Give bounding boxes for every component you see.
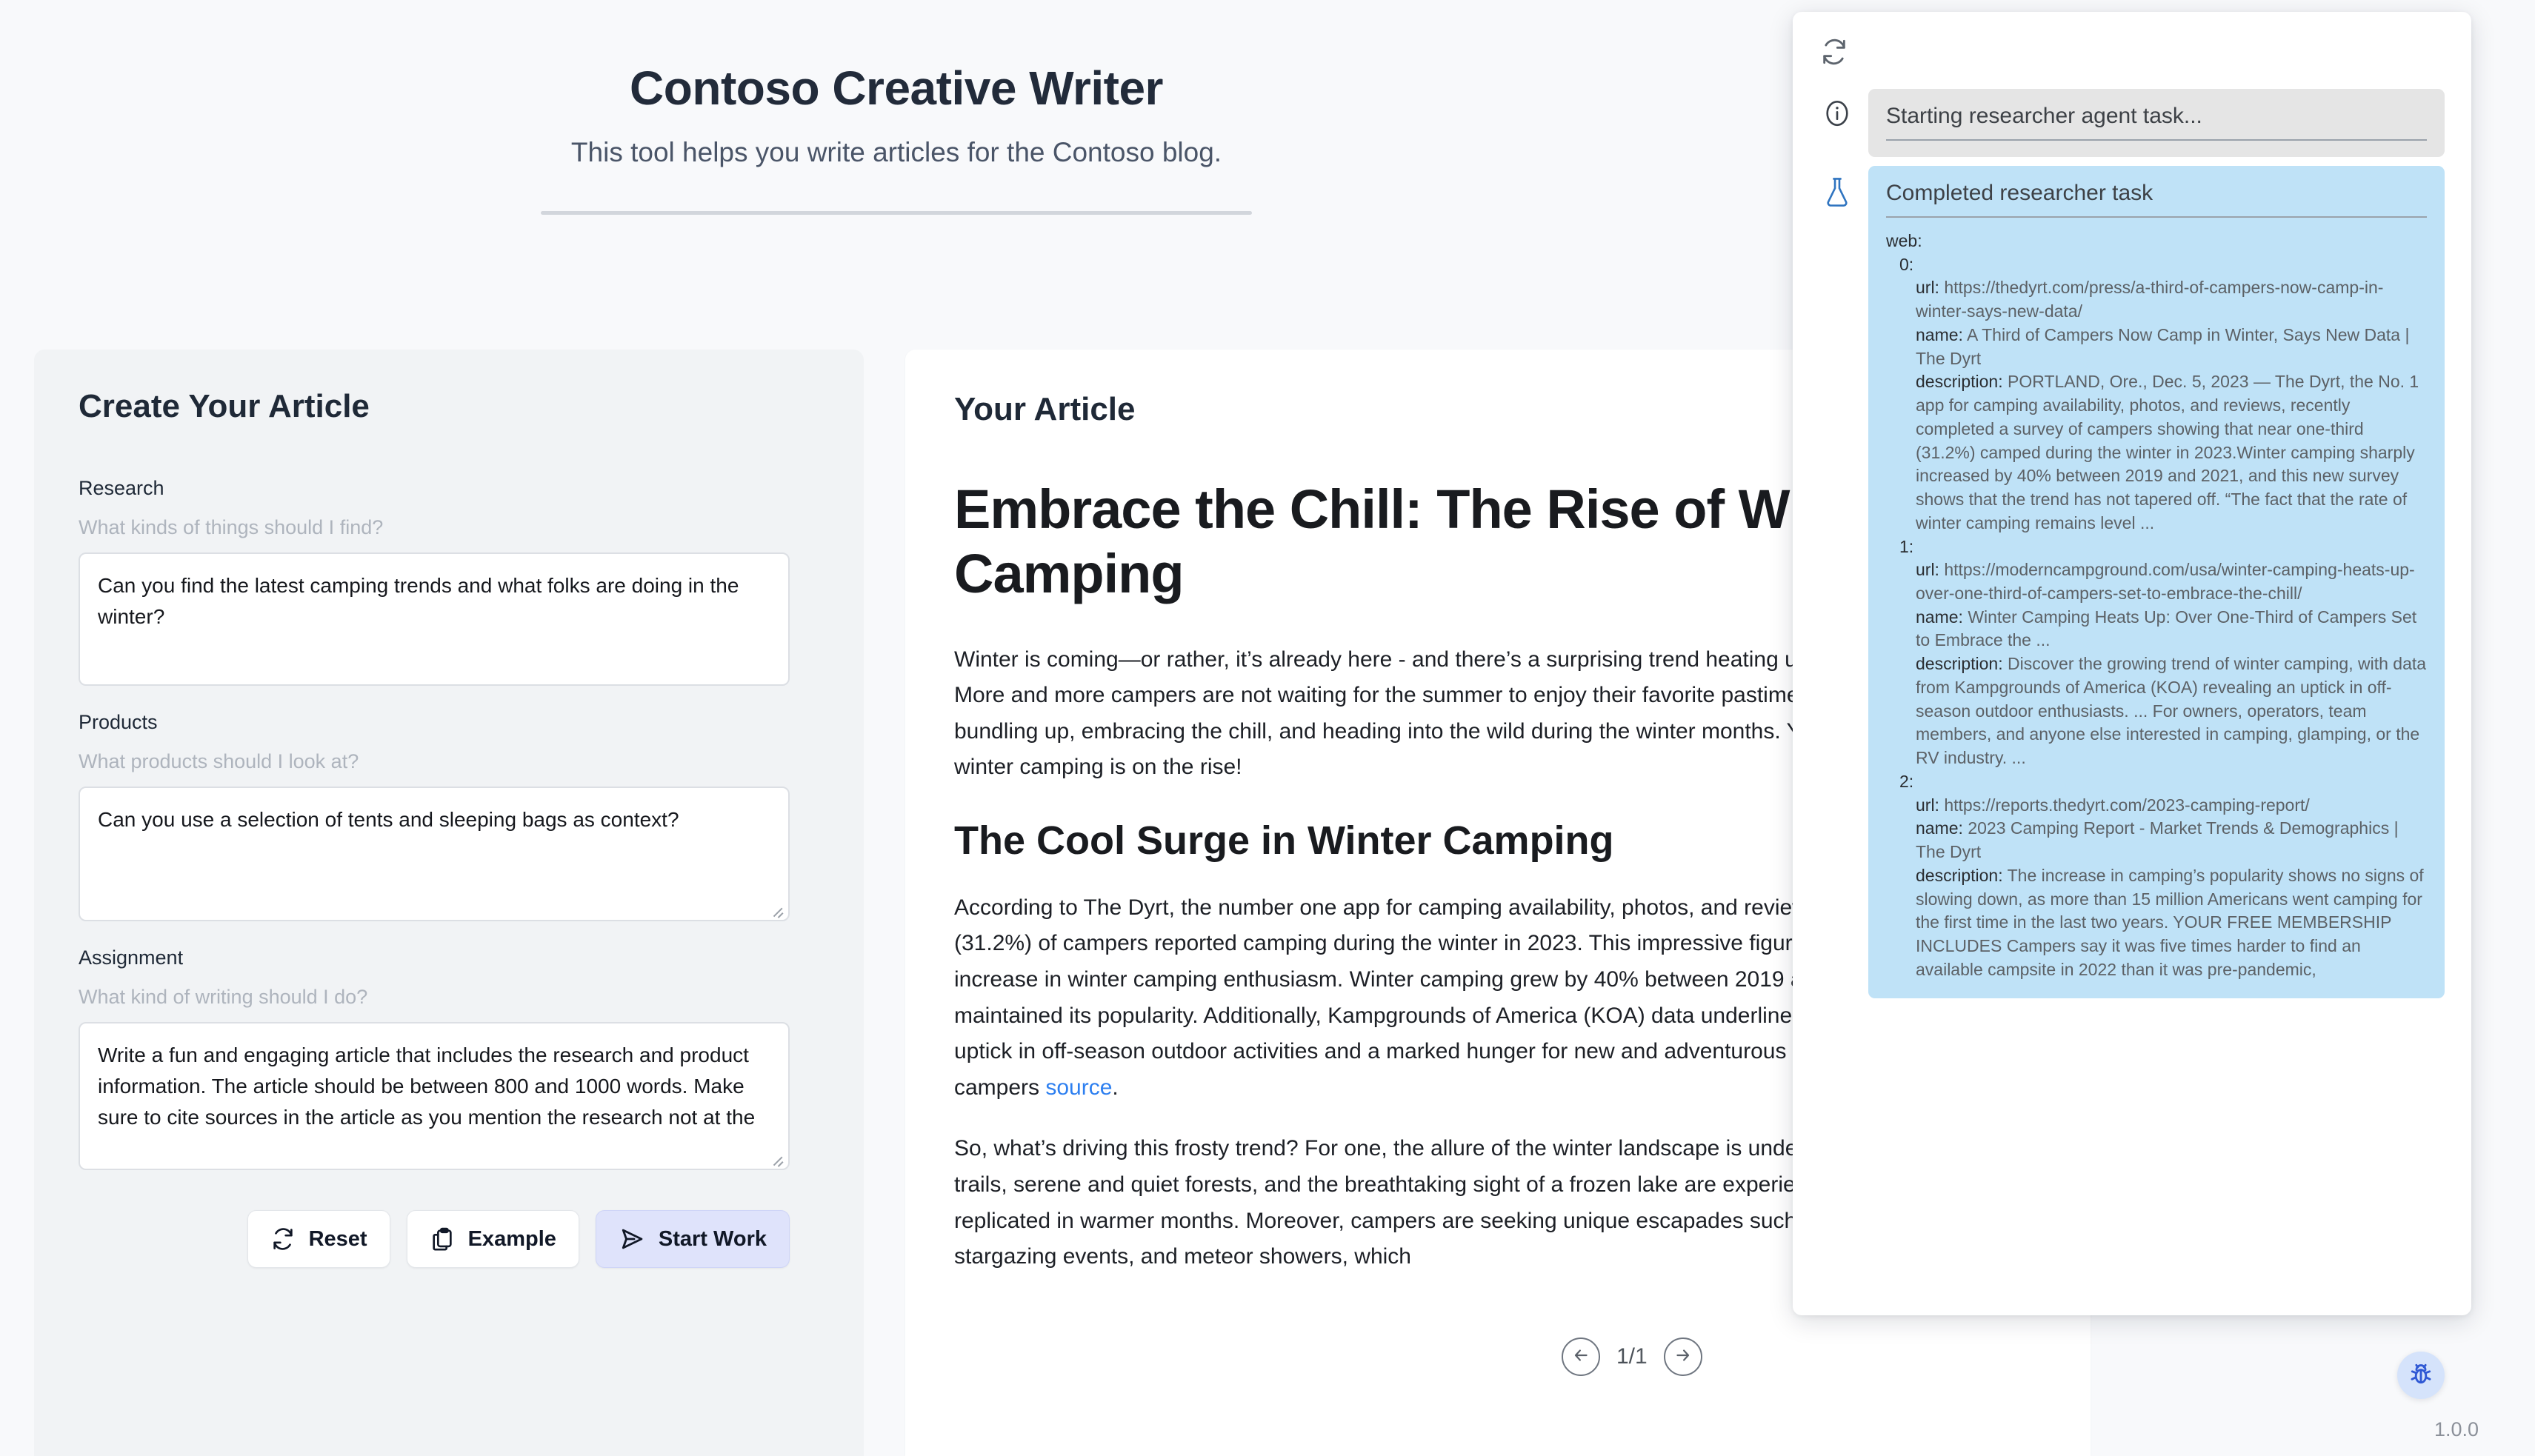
log-line-value: Winter Camping Heats Up: Over One-Third … xyxy=(1916,607,2417,650)
log-line-value: A Third of Campers Now Camp in Winter, S… xyxy=(1916,324,2410,368)
log-line-key: description: xyxy=(1916,372,2003,392)
info-icon xyxy=(1819,89,1855,129)
log-line-key: web: xyxy=(1886,231,1922,250)
resize-grip-icon xyxy=(770,903,784,916)
page-indicator: 1/1 xyxy=(1616,1344,1648,1369)
result-message-box: Completed researcher task web: 0: url: htt… xyxy=(1868,166,2445,998)
log-line-key: name: xyxy=(1916,818,1963,838)
field-group-assignment: Assignment What kind of writing should I… xyxy=(79,946,819,1170)
article-pagination: 1/1 xyxy=(1562,1338,1702,1376)
log-line: description: Discover the growing trend … xyxy=(1916,652,2427,770)
refresh-icon xyxy=(270,1226,296,1252)
assignment-hint: What kind of writing should I do? xyxy=(79,986,368,1008)
assignment-input-text: Write a fun and engaging article that in… xyxy=(98,1043,756,1129)
agent-log-panel: Starting researcher agent task... Comple… xyxy=(1793,12,2471,1315)
debug-button[interactable] xyxy=(2397,1352,2445,1399)
log-line-key: url: xyxy=(1916,278,1939,298)
log-line: url: https://reports.thedyrt.com/2023-ca… xyxy=(1916,794,2427,818)
log-line-key: description: xyxy=(1916,865,2003,885)
send-icon xyxy=(619,1226,645,1252)
app-header: Contoso Creative Writer This tool helps … xyxy=(0,0,1793,216)
create-article-form: Create Your Article Research What kinds … xyxy=(34,350,864,1456)
page-subtitle: This tool helps you write articles for t… xyxy=(570,137,1222,168)
research-label: Research xyxy=(79,477,164,499)
assignment-label: Assignment xyxy=(79,946,184,969)
log-line: name: 2023 Camping Report - Market Trend… xyxy=(1916,817,2427,864)
panel-toolbar xyxy=(1819,37,2445,80)
clipboard-icon xyxy=(430,1226,455,1252)
source-link[interactable]: source xyxy=(1045,1075,1112,1100)
log-line-value: https://moderncampground.com/usa/winter-… xyxy=(1916,560,2415,604)
log-line-key: 0: xyxy=(1899,254,1914,274)
form-actions: Reset Example Start Work xyxy=(79,1210,790,1268)
field-group-research: Research What kinds of things should I f… xyxy=(79,477,819,686)
page-title: Contoso Creative Writer xyxy=(630,61,1163,115)
log-line: web: xyxy=(1886,230,2427,253)
arrow-right-icon xyxy=(1673,1346,1693,1369)
products-input-text: Can you use a selection of tents and sle… xyxy=(98,808,679,831)
log-line-value: https://thedyrt.com/press/a-third-of-cam… xyxy=(1916,278,2384,321)
log-line: url: https://moderncampground.com/usa/wi… xyxy=(1916,558,2427,605)
bug-icon xyxy=(2407,1360,2435,1392)
log-line-key: description: xyxy=(1916,654,2003,674)
form-title: Create Your Article xyxy=(79,388,370,424)
next-page-button[interactable] xyxy=(1663,1338,1702,1376)
log-line: description: PORTLAND, Ore., Dec. 5, 202… xyxy=(1916,370,2427,535)
version-label: 1.0.0 xyxy=(2434,1418,2479,1440)
arrow-left-icon xyxy=(1571,1346,1590,1369)
research-hint: What kinds of things should I find? xyxy=(79,516,384,538)
start-work-button[interactable]: Start Work xyxy=(595,1210,790,1268)
log-line: 2: xyxy=(1899,770,2427,794)
header-divider xyxy=(541,211,1252,216)
log-line: url: https://thedyrt.com/press/a-third-o… xyxy=(1916,276,2427,323)
log-line: name: Winter Camping Heats Up: Over One-… xyxy=(1916,606,2427,652)
info-message-title: Starting researcher agent task... xyxy=(1886,104,2427,141)
prev-page-button[interactable] xyxy=(1562,1338,1600,1376)
log-line: description: The increase in camping’s p… xyxy=(1916,864,2427,982)
log-line-key: 1: xyxy=(1899,536,1914,556)
log-line: 1: xyxy=(1899,535,2427,559)
log-line: name: A Third of Campers Now Camp in Win… xyxy=(1916,324,2427,370)
article-paragraph-2-tail: . xyxy=(1112,1075,1119,1100)
log-line-value: PORTLAND, Ore., Dec. 5, 2023 — The Dyrt,… xyxy=(1916,372,2419,532)
result-message-title: Completed researcher task xyxy=(1886,181,2427,218)
result-message-body: web: 0: url: https://thedyrt.com/press/a-t… xyxy=(1886,230,2427,982)
example-button-label: Example xyxy=(467,1226,556,1251)
log-entry-result: Completed researcher task web: 0: url: htt… xyxy=(1819,166,2445,998)
reset-button-label: Reset xyxy=(308,1226,367,1251)
log-line-value: https://reports.thedyrt.com/2023-camping… xyxy=(1939,795,2310,815)
log-line-key: url: xyxy=(1916,795,1939,815)
resize-grip-icon xyxy=(770,1152,784,1165)
reset-button[interactable]: Reset xyxy=(247,1210,390,1268)
log-line-key: url: xyxy=(1916,560,1939,580)
log-line-key: name: xyxy=(1916,607,1963,627)
flask-icon xyxy=(1819,166,1855,210)
start-work-button-label: Start Work xyxy=(658,1226,767,1251)
log-line-key: 2: xyxy=(1899,771,1914,791)
log-line-key: name: xyxy=(1916,324,1963,344)
example-button[interactable]: Example xyxy=(406,1210,579,1268)
log-entry-info: Starting researcher agent task... xyxy=(1819,89,2445,157)
info-message-box: Starting researcher agent task... xyxy=(1868,89,2445,157)
products-hint: What products should I look at? xyxy=(79,750,359,772)
products-label: Products xyxy=(79,711,158,733)
assignment-input[interactable]: Write a fun and engaging article that in… xyxy=(79,1022,790,1170)
log-line-value: 2023 Camping Report - Market Trends & De… xyxy=(1916,818,2399,862)
products-input[interactable]: Can you use a selection of tents and sle… xyxy=(79,787,790,921)
refresh-icon[interactable] xyxy=(1819,37,1849,70)
field-group-products: Products What products should I look at?… xyxy=(79,711,819,921)
app-root: Contoso Creative Writer This tool helps … xyxy=(0,0,2535,1456)
research-input[interactable]: Can you find the latest camping trends a… xyxy=(79,552,790,686)
log-line: 0: xyxy=(1899,253,2427,277)
